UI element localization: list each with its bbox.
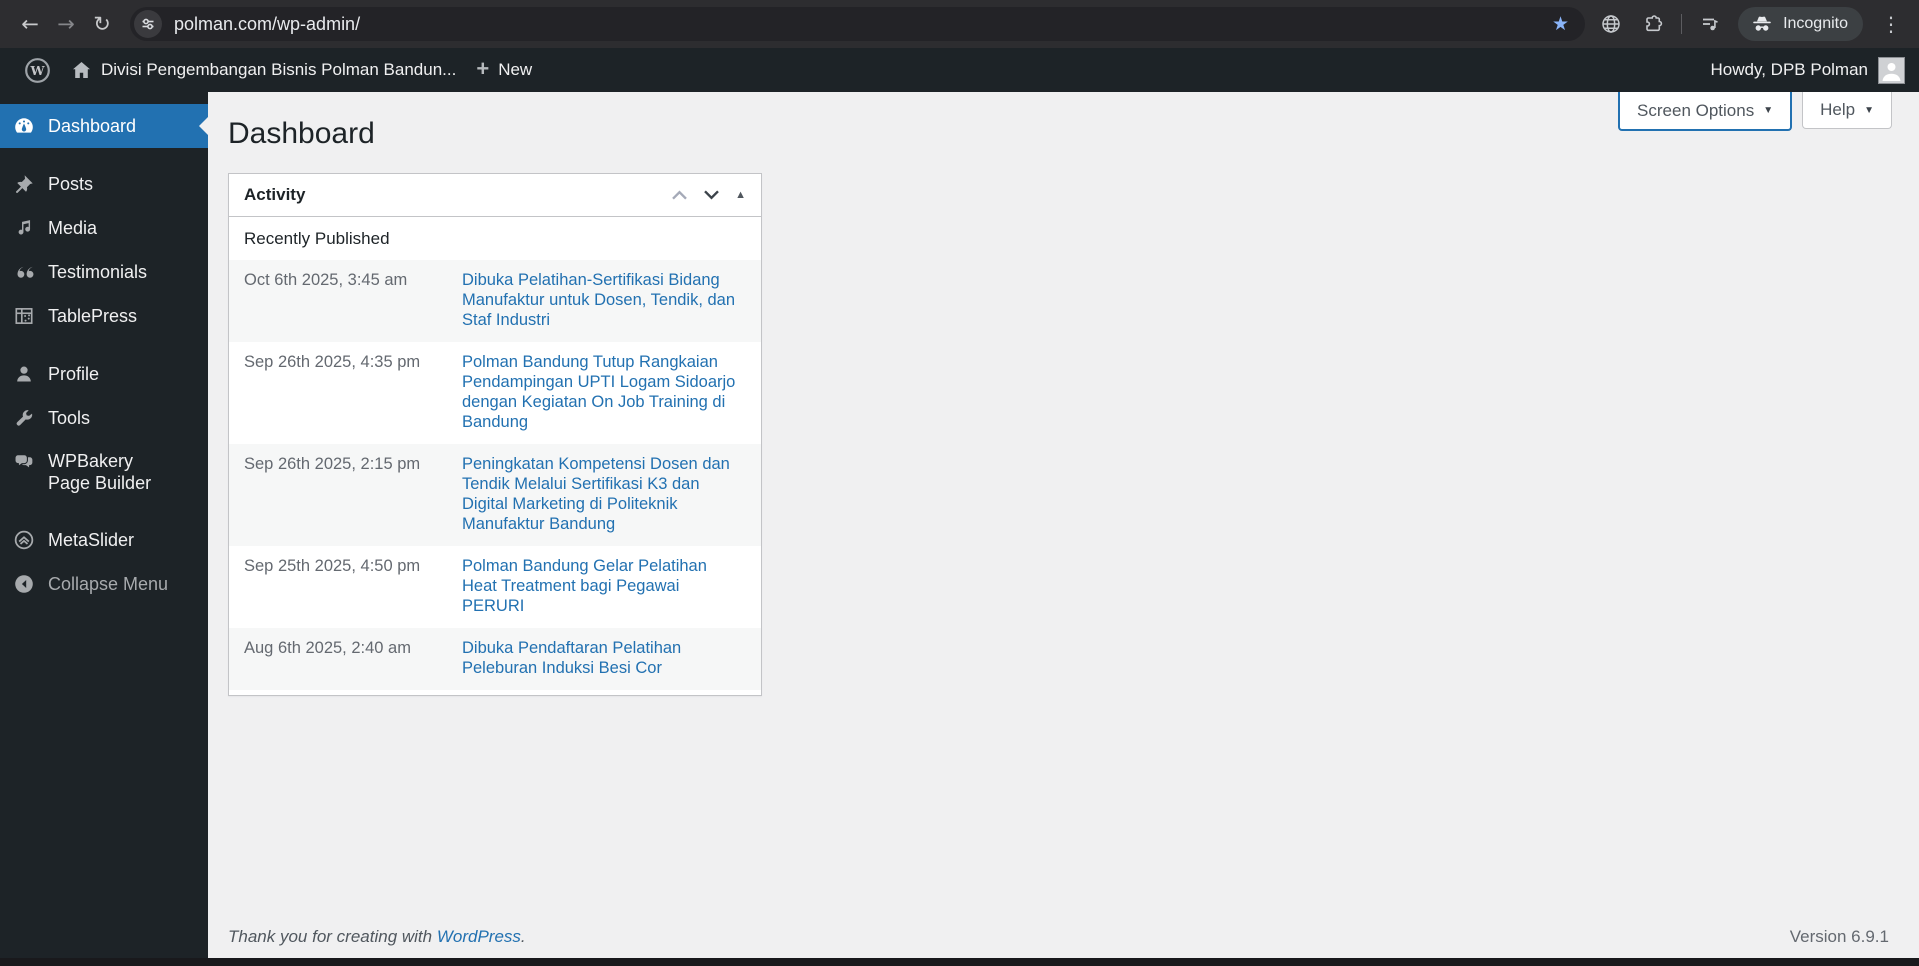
help-button[interactable]: Help ▼ (1802, 92, 1892, 129)
activity-widget-header[interactable]: Activity ▲ (229, 174, 761, 217)
collapse-arrow-icon (15, 575, 33, 593)
admin-menu: Dashboard Posts Media Testimonials Table… (0, 92, 208, 958)
wordpress-link[interactable]: WordPress (437, 927, 521, 946)
post-link[interactable]: Dibuka Pelatihan-Sertifikasi Bidang Manu… (462, 270, 746, 330)
toggle-panel-icon[interactable]: ▲ (735, 189, 746, 201)
url-text[interactable]: polman.com/wp-admin/ (174, 14, 1548, 35)
sidebar-item-label: Posts (48, 173, 94, 194)
dashboard-gauge-icon (15, 118, 33, 133)
toolbar-divider (1681, 14, 1683, 34)
collapse-menu-button[interactable]: Collapse Menu (0, 562, 208, 606)
post-date: Sep 26th 2025, 4:35 pm (244, 353, 421, 371)
wp-admin-bar: W Divisi Pengembangan Bisnis Polman Band… (0, 48, 1919, 92)
screen-options-button[interactable]: Screen Options ▼ (1618, 92, 1793, 131)
browser-toolbar: ← → ↻ polman.com/wp-admin/ ★ Incognito ⋮ (0, 0, 1919, 48)
chevron-down-icon: ▼ (1864, 104, 1874, 116)
metaslider-icon (14, 530, 34, 550)
post-link[interactable]: Dibuka Pendaftaran Pelatihan Peleburan I… (462, 638, 746, 678)
sidebar-item-label: Dashboard (48, 115, 137, 136)
globe-icon[interactable] (1593, 6, 1629, 42)
extensions-icon[interactable] (1635, 6, 1671, 42)
post-link[interactable]: Polman Bandung Tutup Rangkaian Pendampin… (462, 352, 746, 432)
plus-icon: + (476, 56, 490, 81)
sidebar-item-label: Testimonials (48, 261, 148, 282)
sidebar-item-metaslider[interactable]: MetaSlider (0, 518, 208, 562)
activity-row: Aug 6th 2025, 2:40 am Dibuka Pendaftaran… (229, 628, 761, 690)
post-date: Sep 25th 2025, 4:50 pm (244, 557, 421, 575)
activity-widget: Activity ▲ Recently Published Oct 6th 20… (228, 173, 762, 696)
post-date: Oct 6th 2025, 3:45 am (244, 271, 408, 289)
bookmark-star-icon[interactable]: ★ (1548, 13, 1573, 36)
post-link[interactable]: Peningkatan Kompetensi Dosen dan Tendik … (462, 454, 746, 534)
browser-window: ← → ↻ polman.com/wp-admin/ ★ Incognito ⋮… (0, 0, 1919, 966)
post-date: Aug 6th 2025, 2:40 am (244, 639, 411, 657)
account-menu[interactable]: Howdy, DPB Polman (1711, 60, 1868, 80)
activity-row: Sep 25th 2025, 4:50 pm Polman Bandung Ge… (229, 546, 761, 628)
menu-dots-icon[interactable]: ⋮ (1873, 6, 1909, 42)
dashboard-content: Screen Options ▼ Help ▼ Dashboard Activi… (208, 92, 1919, 958)
window-bottom-edge (0, 958, 1919, 966)
site-settings-icon[interactable] (134, 10, 162, 38)
sidebar-item-label: Profile (48, 363, 100, 384)
move-down-icon[interactable] (703, 189, 720, 201)
sidebar-item-label: Media (48, 217, 98, 238)
table-icon (15, 308, 33, 324)
quote-icon (17, 266, 34, 278)
svg-text:W: W (29, 63, 45, 78)
activity-row: Sep 26th 2025, 2:15 pm Peningkatan Kompe… (229, 444, 761, 546)
sidebar-item-posts[interactable]: Posts (0, 162, 208, 206)
incognito-icon (1753, 16, 1771, 31)
new-label: New (498, 60, 533, 79)
pushpin-icon (15, 175, 33, 194)
user-icon (17, 366, 31, 382)
avatar[interactable] (1878, 56, 1905, 84)
recently-published-heading: Recently Published (244, 229, 390, 248)
sidebar-item-label: TablePress (48, 305, 138, 326)
forward-icon[interactable]: → (48, 6, 84, 42)
sidebar-item-label: Collapse Menu (48, 573, 169, 594)
help-label: Help (1820, 100, 1856, 119)
sidebar-item-tools[interactable]: Tools (0, 396, 208, 440)
activity-row: Sep 26th 2025, 4:35 pm Polman Bandung Tu… (229, 342, 761, 444)
media-controls-icon[interactable] (1692, 6, 1728, 42)
activity-title: Activity (244, 185, 306, 204)
sidebar-item-profile[interactable]: Profile (0, 352, 208, 396)
home-icon (73, 62, 90, 78)
new-content-button[interactable]: + New (466, 48, 542, 92)
sidebar-item-tablepress[interactable]: TablePress (0, 294, 208, 338)
site-link[interactable]: Divisi Pengembangan Bisnis Polman Bandun… (61, 48, 466, 92)
chat-bubbles-icon (15, 455, 33, 468)
version-text: Version 6.9.1 (1789, 927, 1889, 946)
footer-thanks-text: Thank you for creating with (228, 927, 437, 946)
incognito-badge[interactable]: Incognito (1738, 7, 1863, 41)
toolbar-actions: Incognito ⋮ (1593, 6, 1909, 42)
post-date: Sep 26th 2025, 2:15 pm (244, 455, 421, 473)
sidebar-item-dashboard[interactable]: Dashboard (0, 104, 208, 148)
sidebar-item-label: MetaSlider (48, 529, 135, 550)
sidebar-item-label: Tools (48, 407, 91, 428)
chevron-down-icon: ▼ (1763, 105, 1774, 116)
sidebar-item-media[interactable]: Media (0, 206, 208, 250)
media-notes-icon (18, 220, 31, 235)
footer-thanks: Thank you for creating with WordPress. (228, 927, 526, 947)
sidebar-item-label: WPBakery Page Builder (48, 451, 152, 493)
incognito-label: Incognito (1783, 15, 1848, 32)
wordpress-logo-icon[interactable]: W (14, 48, 61, 92)
sidebar-item-testimonials[interactable]: Testimonials (0, 250, 208, 294)
back-icon[interactable]: ← (12, 6, 48, 42)
footer-thanks-period: . (520, 927, 526, 946)
screen-options-label: Screen Options (1637, 100, 1755, 120)
screen-meta-links: Screen Options ▼ Help ▼ (1618, 92, 1892, 131)
wrench-icon (16, 410, 33, 426)
move-up-icon[interactable] (671, 189, 688, 201)
site-name: Divisi Pengembangan Bisnis Polman Bandun… (101, 60, 457, 79)
admin-footer: Thank you for creating with WordPress. V… (228, 927, 1889, 947)
address-bar[interactable]: polman.com/wp-admin/ ★ (130, 7, 1586, 41)
sidebar-item-wpbakery[interactable]: WPBakery Page Builder (0, 440, 208, 504)
activity-row: Oct 6th 2025, 3:45 am Dibuka Pelatihan-S… (229, 260, 761, 342)
reload-icon[interactable]: ↻ (84, 6, 120, 42)
post-link[interactable]: Polman Bandung Gelar Pelatihan Heat Trea… (462, 556, 746, 616)
